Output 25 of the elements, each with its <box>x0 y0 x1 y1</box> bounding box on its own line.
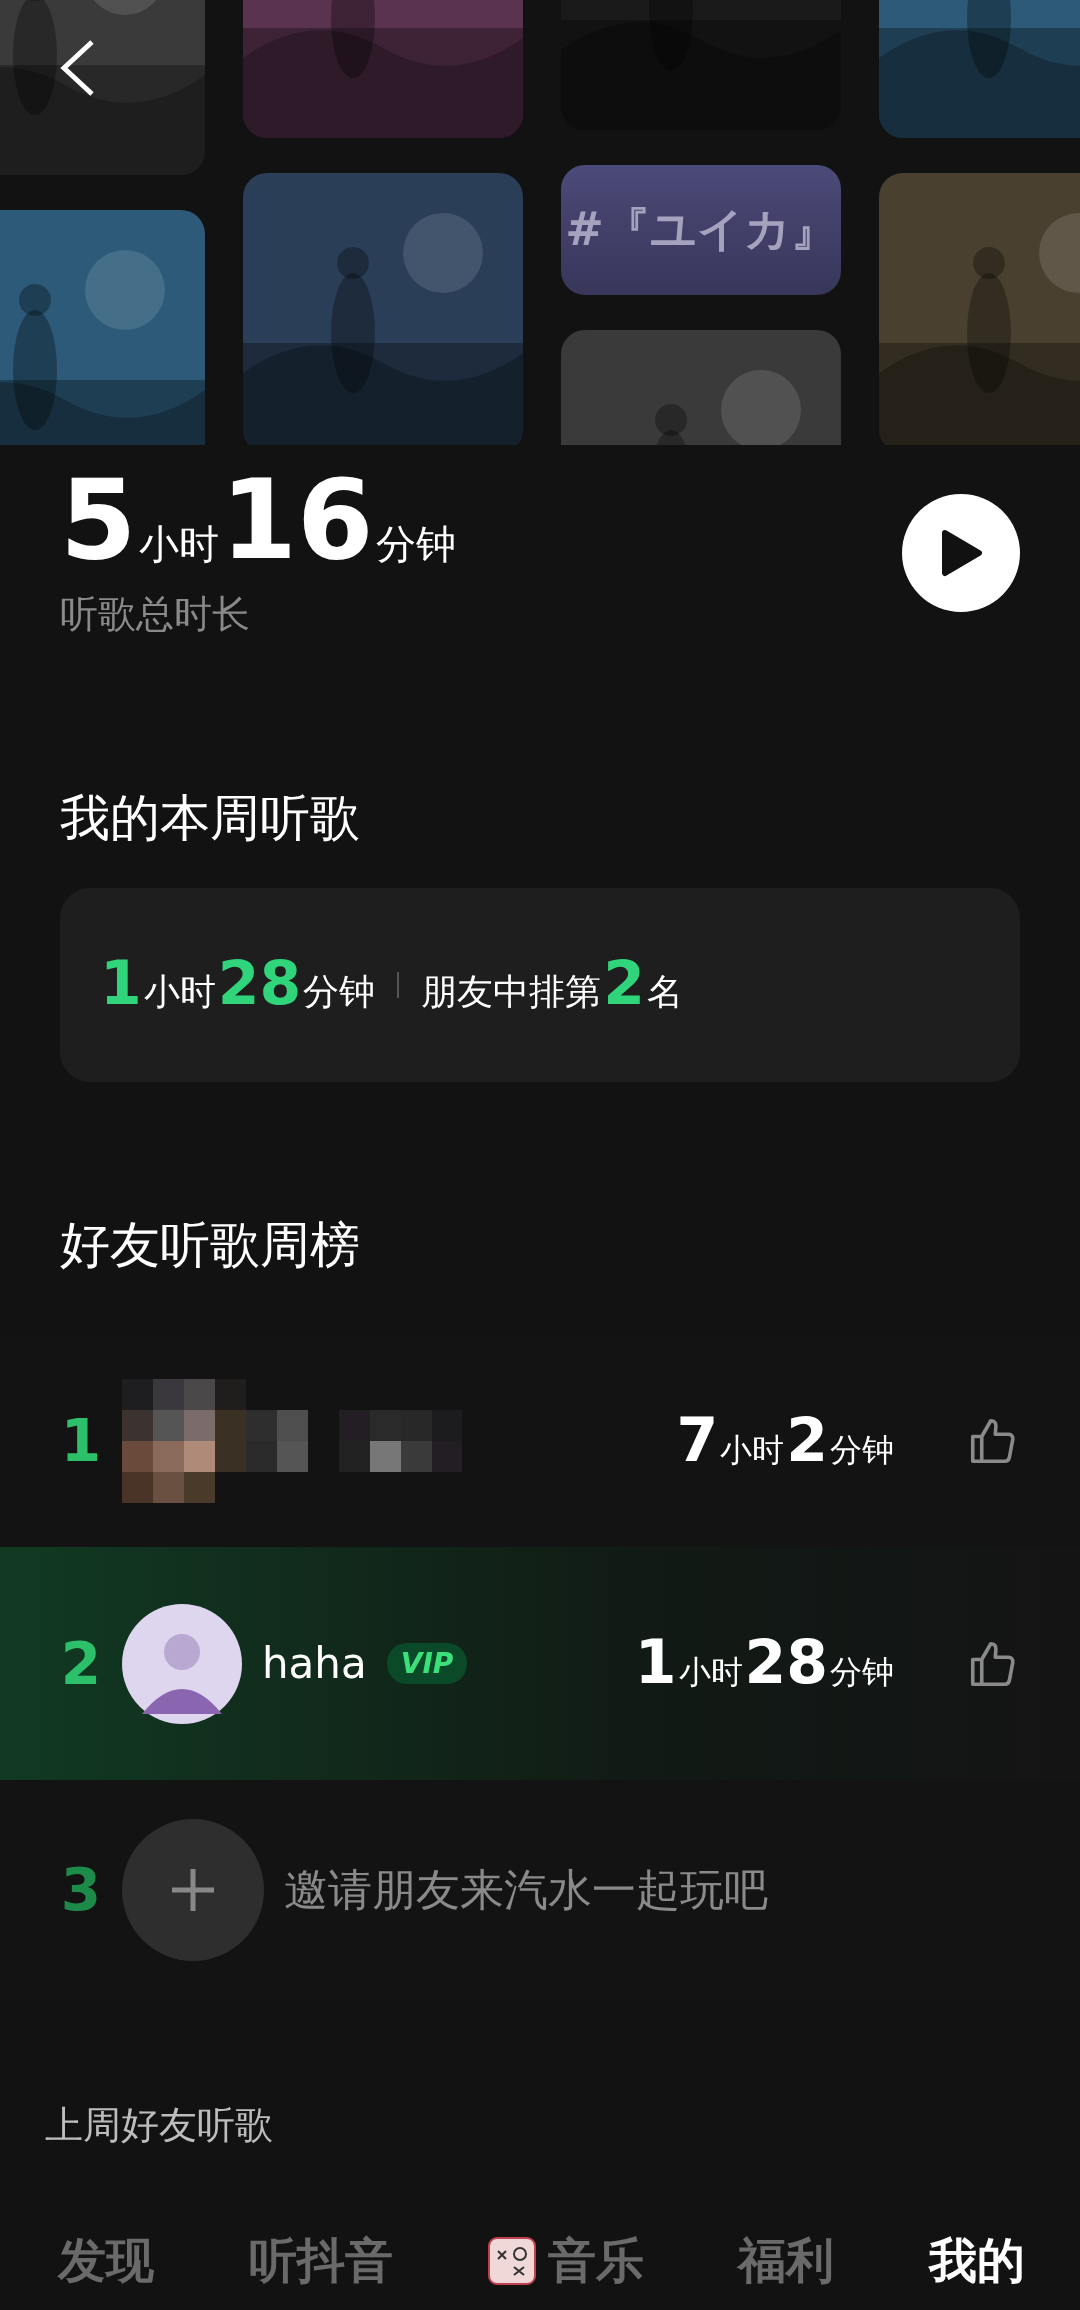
listen-duration: 7小时 2 分钟 <box>676 1409 895 1473</box>
section-title: 上周好友听歌 <box>44 2102 274 2149</box>
album-cover-icon <box>487 2237 536 2285</box>
avatar[interactable] <box>122 1603 242 1724</box>
user-name: haha <box>262 1639 367 1688</box>
nav-tab[interactable]: 音乐 <box>487 2229 644 2293</box>
friend-rank-text: 朋友中排第 2 名 <box>420 953 684 1017</box>
plus-icon[interactable] <box>170 1867 216 1913</box>
weekly-duration: 1小时28分钟 <box>100 953 377 1017</box>
album-cover-title[interactable]: #『ユイカ』 <box>561 165 841 295</box>
vip-badge: VIP <box>386 1643 468 1684</box>
nav-tab[interactable]: 听抖音 <box>248 2229 393 2293</box>
rank-number: 3 <box>60 1856 102 1924</box>
nav-tab[interactable]: 福利 <box>738 2229 835 2293</box>
section-title: 好友听歌周榜 <box>60 1215 361 1276</box>
nav-tab[interactable]: 发现 <box>58 2229 154 2293</box>
invite-text[interactable]: 邀请朋友来汽水一起玩吧 <box>284 1860 768 1920</box>
rank-number: 1 <box>60 1407 102 1475</box>
section-title: 我的本周听歌 <box>60 788 361 849</box>
nav-tab[interactable]: 我的 <box>929 2229 1025 2293</box>
rank-number: 2 <box>60 1629 102 1698</box>
play-icon[interactable] <box>939 528 983 577</box>
listen-duration: 1小时 28分钟 <box>634 1632 895 1695</box>
total-duration: 5 小时 16分钟 <box>60 465 457 575</box>
total-label: 听歌总时长 <box>60 591 251 638</box>
